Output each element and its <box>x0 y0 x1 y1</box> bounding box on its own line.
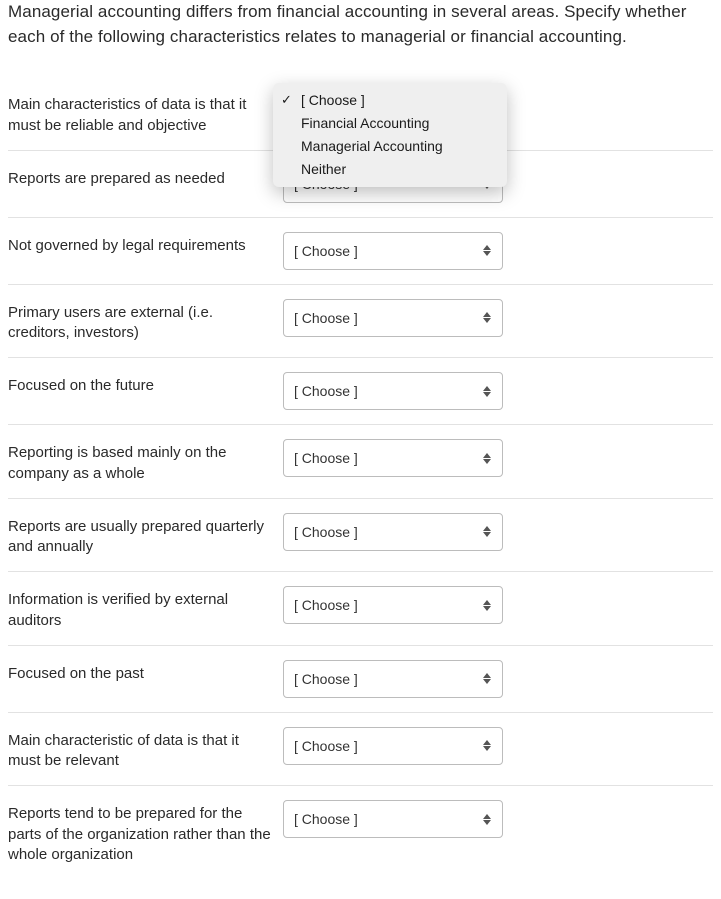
select-value: [ Choose ] <box>294 243 358 259</box>
updown-icon <box>482 244 492 258</box>
updown-icon <box>482 451 492 465</box>
question-label: Focused on the future <box>8 372 283 396</box>
dropdown-option[interactable]: Financial Accounting <box>273 112 507 135</box>
answer-select[interactable]: [ Choose ] <box>283 299 503 337</box>
dropdown-option-label: [ Choose ] <box>301 92 365 108</box>
select-value: [ Choose ] <box>294 383 358 399</box>
updown-icon <box>482 812 492 826</box>
question-row: Primary users are external (i.e. credito… <box>8 285 713 359</box>
answer-select[interactable]: [ Choose ] <box>283 586 503 624</box>
question-label: Reporting is based mainly on the company… <box>8 439 283 484</box>
answer-select[interactable]: [ Choose ] <box>283 660 503 698</box>
question-row: Reports tend to be prepared for the part… <box>8 786 713 879</box>
dropdown-option[interactable]: Managerial Accounting <box>273 135 507 158</box>
question-row: Not governed by legal requirements [ Cho… <box>8 218 713 285</box>
question-row: Reports are usually prepared quarterly a… <box>8 499 713 573</box>
question-row: Information is verified by external audi… <box>8 572 713 646</box>
question-label: Not governed by legal requirements <box>8 232 283 256</box>
question-label: Reports are prepared as needed <box>8 165 283 189</box>
select-value: [ Choose ] <box>294 597 358 613</box>
question-label: Primary users are external (i.e. credito… <box>8 299 283 344</box>
question-label: Information is verified by external audi… <box>8 586 283 631</box>
dropdown-option-label: Financial Accounting <box>301 115 429 131</box>
check-icon: ✓ <box>281 91 292 109</box>
question-label: Focused on the past <box>8 660 283 684</box>
dropdown-option-label: Managerial Accounting <box>301 138 443 154</box>
select-value: [ Choose ] <box>294 738 358 754</box>
updown-icon <box>482 672 492 686</box>
select-value: [ Choose ] <box>294 524 358 540</box>
answer-select[interactable]: [ Choose ] <box>283 513 503 551</box>
select-dropdown: ✓ [ Choose ] Financial Accounting Manage… <box>273 83 507 187</box>
updown-icon <box>482 598 492 612</box>
question-label: Main characteristics of data is that it … <box>8 91 283 136</box>
select-value: [ Choose ] <box>294 811 358 827</box>
answer-select[interactable]: [ Choose ] <box>283 232 503 270</box>
select-value: [ Choose ] <box>294 671 358 687</box>
answer-select[interactable]: [ Choose ] <box>283 800 503 838</box>
dropdown-option[interactable]: Neither <box>273 158 507 181</box>
question-label: Reports tend to be prepared for the part… <box>8 800 283 865</box>
updown-icon <box>482 525 492 539</box>
select-value: [ Choose ] <box>294 310 358 326</box>
answer-select[interactable]: [ Choose ] <box>283 439 503 477</box>
updown-icon <box>482 739 492 753</box>
answer-select[interactable]: [ Choose ] <box>283 372 503 410</box>
select-value: [ Choose ] <box>294 450 358 466</box>
dropdown-option[interactable]: ✓ [ Choose ] <box>273 89 507 112</box>
question-row: Main characteristic of data is that it m… <box>8 713 713 787</box>
answer-select[interactable]: [ Choose ] <box>283 727 503 765</box>
updown-icon <box>482 384 492 398</box>
question-row: Reporting is based mainly on the company… <box>8 425 713 499</box>
question-label: Main characteristic of data is that it m… <box>8 727 283 772</box>
question-row: Main characteristics of data is that it … <box>8 77 713 151</box>
question-intro: Managerial accounting differs from finan… <box>8 0 713 49</box>
question-row: Focused on the future [ Choose ] <box>8 358 713 425</box>
question-label: Reports are usually prepared quarterly a… <box>8 513 283 558</box>
updown-icon <box>482 311 492 325</box>
dropdown-option-label: Neither <box>301 161 346 177</box>
question-row: Focused on the past [ Choose ] <box>8 646 713 713</box>
